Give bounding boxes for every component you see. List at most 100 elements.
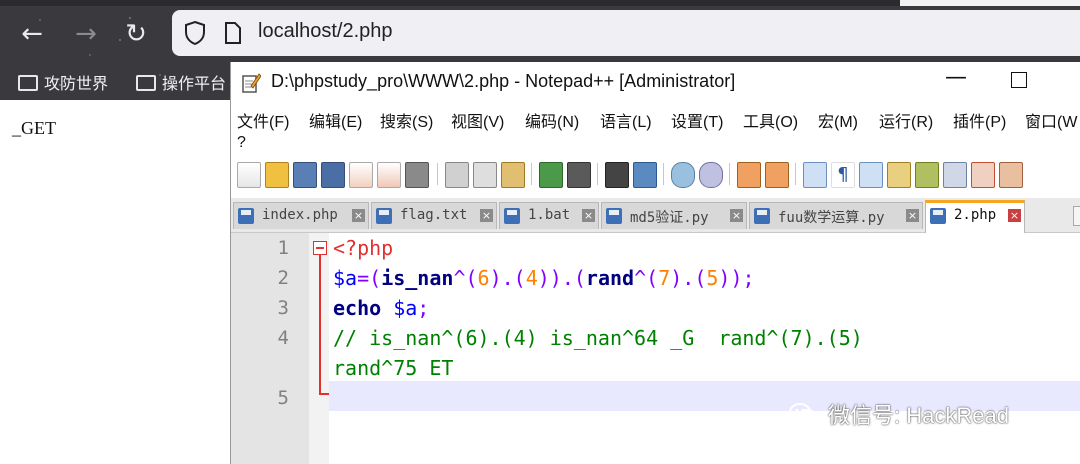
folder-icon — [18, 75, 38, 91]
folder-icon — [136, 75, 156, 91]
line-number: 2 — [277, 267, 289, 289]
print-icon[interactable] — [405, 162, 429, 188]
find-icon[interactable] — [605, 162, 629, 188]
code-variable: $a — [381, 296, 418, 320]
toolbar-separator — [437, 163, 438, 185]
line-number-gutter: 1 2 3 4 5 — [231, 233, 309, 464]
tab-md5-py[interactable]: md5验证.py × — [601, 202, 747, 229]
folder-workspace-icon[interactable] — [971, 162, 995, 188]
code-operator: ; — [417, 296, 430, 320]
url-text[interactable]: localhost/2.php — [258, 20, 393, 43]
sync-horizontal-icon[interactable] — [765, 162, 789, 188]
window-title: D:\phpstudy_pro\WWW\2.php - Notepad++ [A… — [271, 71, 736, 91]
tab-label: 2.php — [954, 207, 997, 223]
saved-file-icon — [376, 208, 392, 224]
page-icon[interactable] — [224, 22, 242, 44]
file-tabs: index.php × flag.txt × 1.bat × md5验证.py … — [231, 198, 1080, 233]
tab-fuu-py[interactable]: fuu数学运算.py × — [749, 202, 923, 229]
toolbar-separator — [597, 163, 598, 185]
menu-file[interactable]: 文件(F) — [237, 108, 289, 132]
close-tab-icon[interactable]: × — [1008, 209, 1021, 222]
undo-icon[interactable] — [539, 162, 563, 188]
menu-help[interactable]: ? — [237, 134, 246, 152]
wechat-icon — [789, 403, 817, 425]
replace-icon[interactable] — [633, 162, 657, 188]
tab-2-php[interactable]: 2.php × — [925, 200, 1025, 233]
zoom-in-icon[interactable] — [671, 162, 695, 188]
bookmark-folder-2[interactable]: 操作平台 — [136, 70, 226, 94]
tab-index-php[interactable]: index.php × — [233, 202, 369, 229]
open-folder-icon[interactable] — [265, 162, 289, 188]
tab-scroll-icon[interactable] — [1073, 206, 1080, 226]
code-operator: ).( — [670, 266, 707, 290]
close-tab-icon[interactable]: × — [582, 209, 595, 222]
redo-icon[interactable] — [567, 162, 591, 188]
menu-plugins[interactable]: 插件(P) — [953, 108, 1006, 132]
toolbar-separator — [729, 163, 730, 185]
saved-file-icon — [606, 208, 622, 224]
code-number: 7 — [658, 266, 671, 290]
close-tab-icon[interactable]: × — [480, 209, 493, 222]
tab-flag-txt[interactable]: flag.txt × — [371, 202, 497, 229]
maximize-icon[interactable] — [1011, 72, 1027, 88]
code-keyword: echo — [333, 296, 382, 320]
fold-collapse-icon[interactable] — [313, 241, 327, 255]
close-tab-icon[interactable]: × — [906, 209, 919, 222]
address-bar[interactable]: localhost/2.php — [172, 10, 1080, 56]
new-file-icon[interactable] — [237, 162, 261, 188]
menu-search[interactable]: 搜索(S) — [380, 108, 433, 132]
toolbar-separator — [663, 163, 664, 185]
window-titlebar: D:\phpstudy_pro\WWW\2.php - Notepad++ [A… — [231, 62, 1080, 102]
paste-icon[interactable] — [501, 162, 525, 188]
menu-encoding[interactable]: 编码(N) — [525, 108, 579, 132]
minimize-icon[interactable]: — — [945, 65, 967, 90]
watermark-text: 微信号: HackRead — [828, 403, 1009, 428]
line-number: 3 — [277, 297, 289, 319]
cut-icon[interactable] — [445, 162, 469, 188]
menu-view[interactable]: 视图(V) — [451, 108, 504, 132]
show-all-chars-icon[interactable]: ¶ — [831, 162, 855, 188]
tab-label: md5验证.py — [630, 210, 709, 226]
udl-icon[interactable] — [887, 162, 911, 188]
wechat-watermark: 微信号: HackRead — [788, 398, 1009, 430]
doc-map-icon[interactable] — [915, 162, 939, 188]
close-all-icon[interactable] — [377, 162, 401, 188]
menu-tools[interactable]: 工具(O) — [743, 108, 798, 132]
save-all-icon[interactable] — [321, 162, 345, 188]
zoom-out-icon[interactable] — [699, 162, 723, 188]
indent-guide-icon[interactable] — [859, 162, 883, 188]
menu-run[interactable]: 运行(R) — [879, 108, 933, 132]
saved-file-icon — [238, 208, 254, 224]
tab-1-bat[interactable]: 1.bat × — [499, 202, 599, 229]
menu-window[interactable]: 窗口(W — [1025, 108, 1077, 132]
shield-icon[interactable] — [184, 20, 206, 46]
close-tab-icon[interactable]: × — [352, 209, 365, 222]
back-arrow-icon[interactable]: ← — [16, 18, 48, 50]
menu-edit[interactable]: 编辑(E) — [309, 108, 362, 132]
word-wrap-icon[interactable] — [803, 162, 827, 188]
toolbar: ¶ — [231, 158, 1080, 192]
save-icon[interactable] — [293, 162, 317, 188]
toolbar-separator — [795, 163, 796, 185]
monitoring-icon[interactable] — [999, 162, 1023, 188]
close-file-icon[interactable] — [349, 162, 373, 188]
tab-label: flag.txt — [400, 207, 468, 223]
bookmark-label: 操作平台 — [162, 76, 227, 93]
code-operator: ^( — [634, 266, 659, 290]
menu-macro[interactable]: 宏(M) — [818, 108, 858, 132]
forward-arrow-icon[interactable]: → — [70, 18, 102, 50]
copy-icon[interactable] — [473, 162, 497, 188]
close-tab-icon[interactable]: × — [730, 209, 743, 222]
line-number: 1 — [277, 237, 289, 259]
code-line-3: echo $a; — [333, 296, 429, 320]
function-list-icon[interactable] — [943, 162, 967, 188]
bookmark-folder-1[interactable]: 攻防世界 — [18, 70, 108, 94]
menu-language[interactable]: 语言(L) — [600, 108, 652, 132]
saved-file-icon — [930, 208, 946, 224]
reload-icon[interactable]: ↻ — [120, 18, 152, 50]
toolbar-separator — [531, 163, 532, 185]
fold-guide-end — [319, 393, 329, 395]
menu-settings[interactable]: 设置(T) — [671, 108, 723, 132]
code-line-4: // is_nan^(6).(4) is_nan^64 _G rand^(7).… — [333, 326, 863, 350]
sync-vertical-icon[interactable] — [737, 162, 761, 188]
